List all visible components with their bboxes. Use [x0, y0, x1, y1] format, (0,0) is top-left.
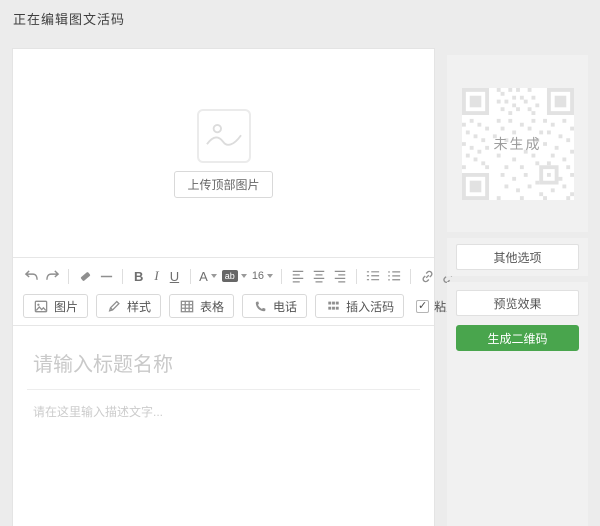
paste-keep-format-checkbox[interactable] [416, 300, 429, 313]
font-size-dropdown[interactable]: 16 [252, 270, 273, 282]
article-content-area: 请输入标题名称 请在这里输入描述文字... [13, 326, 434, 433]
chevron-down-icon [241, 274, 247, 278]
screen: 正在编辑图文活码 上传顶部图片 [0, 0, 600, 526]
redo-icon[interactable] [44, 268, 60, 284]
qr-blocks-icon [325, 298, 341, 314]
insert-button-label: 样式 [127, 298, 151, 315]
undo-icon[interactable] [23, 268, 39, 284]
insert-table-button[interactable]: 表格 [169, 294, 234, 318]
image-placeholder-icon [197, 109, 251, 163]
phone-icon [252, 298, 268, 314]
toolbar-separator [68, 269, 69, 284]
top-image-upload-area: 上传顶部图片 [13, 49, 434, 257]
qr-status-text: 未生成 [462, 134, 574, 154]
generate-qr-button[interactable]: 生成二维码 [456, 325, 579, 351]
bg-color-dropdown[interactable]: ab [222, 270, 247, 282]
font-color-dropdown[interactable]: A [199, 269, 217, 284]
insert-button-label: 图片 [54, 298, 78, 315]
insert-image-button[interactable]: 图片 [23, 294, 88, 318]
toolbar-separator [190, 269, 191, 284]
options-section: 其他选项 [447, 238, 588, 276]
ordered-list-icon[interactable] [365, 268, 381, 284]
toolbar-separator [410, 269, 411, 284]
upload-top-image-button[interactable]: 上传顶部图片 [174, 171, 272, 198]
insert-toolbar-row: 图片 样式 表格 电话 [23, 294, 424, 318]
insert-live-code-button[interactable]: 插入活码 [315, 294, 404, 318]
editor-toolbar: B I U A ab 16 [13, 257, 434, 326]
align-center-icon[interactable] [311, 268, 327, 284]
sidebar: 未生成 其他选项 预览效果 生成二维码 [447, 55, 588, 526]
italic-button[interactable]: I [151, 268, 161, 284]
image-icon [33, 298, 49, 314]
format-toolbar-row: B I U A ab 16 [23, 264, 424, 288]
toolbar-separator [356, 269, 357, 284]
insert-style-button[interactable]: 样式 [96, 294, 161, 318]
editor-panel: 上传顶部图片 B I U [12, 48, 435, 526]
qr-code-placeholder: 未生成 [462, 88, 574, 200]
unordered-list-icon[interactable] [386, 268, 402, 284]
chevron-down-icon [211, 274, 217, 278]
insert-button-label: 插入活码 [346, 298, 394, 315]
title-input[interactable]: 请输入标题名称 [13, 326, 434, 389]
qr-panel: 未生成 [447, 55, 588, 232]
description-input[interactable]: 请在这里输入描述文字... [13, 390, 434, 433]
align-right-icon[interactable] [332, 268, 348, 284]
toolbar-separator [122, 269, 123, 284]
preview-button[interactable]: 预览效果 [456, 290, 579, 316]
table-icon [179, 298, 195, 314]
page-title: 正在编辑图文活码 [0, 0, 138, 37]
insert-button-label: 电话 [273, 298, 297, 315]
chevron-down-icon [267, 274, 273, 278]
underline-button[interactable]: U [167, 269, 182, 284]
clear-format-icon[interactable] [77, 268, 93, 284]
align-left-icon[interactable] [290, 268, 306, 284]
actions-section: 预览效果 生成二维码 [447, 282, 588, 526]
bold-button[interactable]: B [131, 269, 146, 284]
bg-color-badge: ab [222, 270, 238, 282]
toolbar-separator [281, 269, 282, 284]
other-options-button[interactable]: 其他选项 [456, 244, 579, 270]
insert-button-label: 表格 [200, 298, 224, 315]
insert-phone-button[interactable]: 电话 [242, 294, 307, 318]
brush-icon [106, 298, 122, 314]
link-icon[interactable] [419, 268, 435, 284]
font-size-value: 16 [252, 270, 264, 282]
horizontal-rule-icon[interactable] [98, 268, 114, 284]
font-color-label: A [199, 269, 208, 284]
